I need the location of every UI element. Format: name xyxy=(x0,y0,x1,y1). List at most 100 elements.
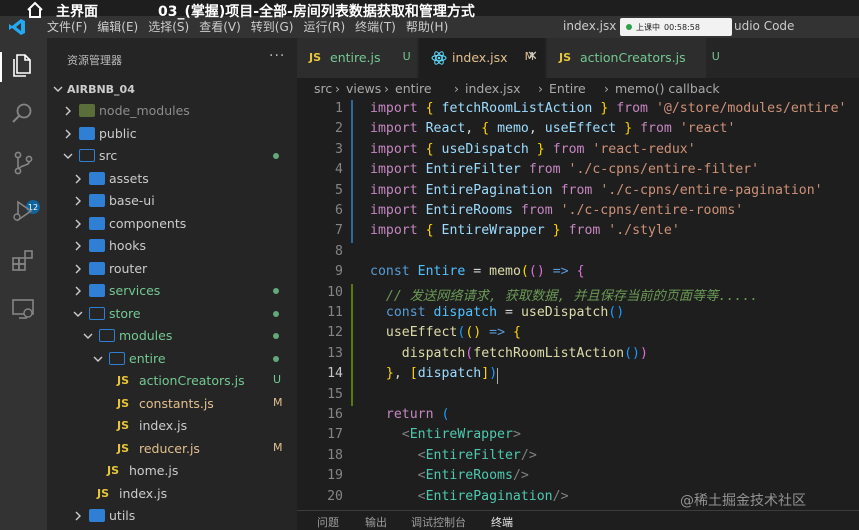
tree-item-label: entire xyxy=(129,350,166,366)
tree-item-label: modules xyxy=(119,328,173,343)
video-overlay-title: 主界面 03_(掌握)项目-全部-房间列表数据获取和管理方式 xyxy=(0,0,859,22)
workspace-root[interactable]: AIRBNB_04 xyxy=(47,80,297,100)
line-number: 15 xyxy=(327,386,343,402)
more-actions-icon[interactable]: ··· xyxy=(269,48,285,64)
code-line: 17 <EntireWrapper> xyxy=(297,426,859,446)
tab-index-jsx[interactable]: index.jsx M ✕ xyxy=(419,38,546,78)
panel-tab-debug-console[interactable]: 调试控制台 xyxy=(411,514,466,530)
folder-icon xyxy=(79,126,95,140)
panel-tab-output[interactable]: 输出 xyxy=(365,514,387,530)
tree-item-label: store xyxy=(109,305,141,321)
tree-file[interactable]: JS reducer.js M xyxy=(47,438,297,460)
breadcrumb-item[interactable]: views xyxy=(346,81,381,96)
recording-dot-icon xyxy=(626,24,632,30)
chevron-right-icon xyxy=(65,129,71,138)
tree-file[interactable]: JS home.js xyxy=(47,460,297,482)
line-number: 10 xyxy=(327,284,343,300)
chevron-right-icon xyxy=(75,264,81,273)
code-line: 5 import EntirePagination from './c-cpns/… xyxy=(297,182,859,202)
code-text: const Entire = memo(() => { xyxy=(370,264,585,280)
git-status-dot xyxy=(273,355,279,362)
code-line: 3 import { useDispatch } from 'react-redu… xyxy=(297,141,859,161)
tree-file[interactable]: JS constants.js M xyxy=(47,393,297,415)
line-number: 3 xyxy=(335,141,343,157)
js-file-icon: JS xyxy=(117,419,130,432)
code-text: useEffect(() => { xyxy=(385,325,521,341)
line-number: 7 xyxy=(335,223,343,239)
panel-tab-problems[interactable]: 问题 xyxy=(317,514,339,530)
tree-folder[interactable]: entire xyxy=(47,348,297,370)
tree-file[interactable]: JS index.js xyxy=(47,415,297,437)
line-number: 13 xyxy=(327,345,343,361)
code-line: 1 import { fetchRoomListAction } from '@/… xyxy=(297,100,859,120)
breadcrumb-item[interactable]: memo() callback xyxy=(615,81,720,96)
tree-folder[interactable]: router xyxy=(47,258,297,280)
line-number: 11 xyxy=(327,305,343,320)
breadcrumb: src › views › entire › index.jsx › Entire › memo()… xyxy=(297,78,859,100)
source-control-icon[interactable] xyxy=(10,150,36,176)
tree-folder[interactable]: modules xyxy=(47,325,297,347)
line-number: 16 xyxy=(327,407,343,422)
panel-tab-terminal[interactable]: 终端 xyxy=(491,514,513,530)
tree-item-label: node_modules xyxy=(99,103,190,118)
chevron-down-icon xyxy=(63,153,73,159)
breadcrumb-item[interactable]: index.jsx xyxy=(465,81,521,96)
run-debug-icon[interactable] xyxy=(10,198,36,224)
tree-item-label: actionCreators.js xyxy=(139,373,245,388)
tree-item-label: services xyxy=(109,283,161,298)
code-text: const dispatch = useDispatch() xyxy=(385,305,625,320)
code-line: 13 dispatch(fetchRoomListAction()) xyxy=(297,345,859,365)
extensions-icon[interactable] xyxy=(10,248,36,274)
folder-icon xyxy=(89,216,105,230)
tree-folder[interactable]: node_modules xyxy=(47,100,297,122)
close-tab-icon[interactable]: ✕ xyxy=(527,49,538,64)
tree-file[interactable]: JS index.js xyxy=(47,483,297,505)
code-line: 4 import EntireFilter from './c-cpns/enti… xyxy=(297,161,859,181)
tree-folder[interactable]: store xyxy=(47,303,297,325)
js-file-icon: JS xyxy=(117,396,130,410)
breadcrumb-separator: › xyxy=(454,81,459,96)
tab-label: actionCreators.js xyxy=(580,50,686,65)
tab-entire-js[interactable]: JS entire.js U xyxy=(297,38,418,78)
breadcrumb-item[interactable]: entire xyxy=(395,81,432,96)
code-text: import EntireRooms from './c-cpns/entire… xyxy=(370,203,744,218)
code-line: 14 }, [dispatch]) xyxy=(297,365,859,385)
tree-file[interactable]: JS actionCreators.js U xyxy=(47,370,297,392)
tree-folder[interactable]: hooks xyxy=(47,235,297,257)
tree-folder[interactable]: src xyxy=(47,145,297,167)
line-number: 8 xyxy=(335,243,343,259)
line-number: 20 xyxy=(327,488,343,504)
overlay-lesson-title: 03_(掌握)项目-全部-房间列表数据获取和管理方式 xyxy=(158,4,475,20)
folder-icon xyxy=(79,104,95,117)
folder-icon xyxy=(89,194,105,207)
git-status-dot xyxy=(273,310,279,317)
breadcrumb-separator: › xyxy=(538,81,543,96)
folder-open-icon xyxy=(99,329,115,342)
overlay-home-label: 主界面 xyxy=(56,4,98,20)
remote-explorer-icon[interactable] xyxy=(10,296,36,322)
files-icon[interactable] xyxy=(10,52,36,78)
code-line: 9 const Entire = memo(() => { xyxy=(297,263,859,283)
code-editor[interactable]: 1 import { fetchRoomListAction } from '@/… xyxy=(297,100,859,510)
tree-folder[interactable]: components xyxy=(47,213,297,235)
editor-tabs: JS entire.js Uindex.jsx M ✕ JS actionCreators.… xyxy=(297,38,859,78)
line-number: 9 xyxy=(335,264,343,280)
chevron-right-icon xyxy=(75,241,81,251)
tree-item-label: home.js xyxy=(129,463,179,478)
tab-actionCreators-js[interactable]: JS actionCreators.js U xyxy=(547,38,720,78)
git-status-badge: M xyxy=(273,395,283,409)
tree-folder[interactable]: assets xyxy=(47,168,297,190)
breadcrumb-item[interactable]: src xyxy=(314,81,332,96)
code-line: 8 xyxy=(297,243,859,263)
tree-folder[interactable]: public xyxy=(47,123,297,145)
js-file-icon: JS xyxy=(117,374,130,387)
code-text: import { EntireWrapper } from './style' xyxy=(370,223,680,239)
breadcrumb-item[interactable]: Entire xyxy=(549,81,586,96)
code-text: <EntireFilter/> xyxy=(417,447,537,463)
tree-folder[interactable]: utils xyxy=(47,505,297,527)
tree-folder[interactable]: services xyxy=(47,280,297,302)
search-icon[interactable] xyxy=(10,100,36,126)
tree-folder[interactable]: base-ui xyxy=(47,190,297,212)
chevron-right-icon xyxy=(75,511,81,521)
code-text: <EntireRooms/> xyxy=(417,468,529,484)
